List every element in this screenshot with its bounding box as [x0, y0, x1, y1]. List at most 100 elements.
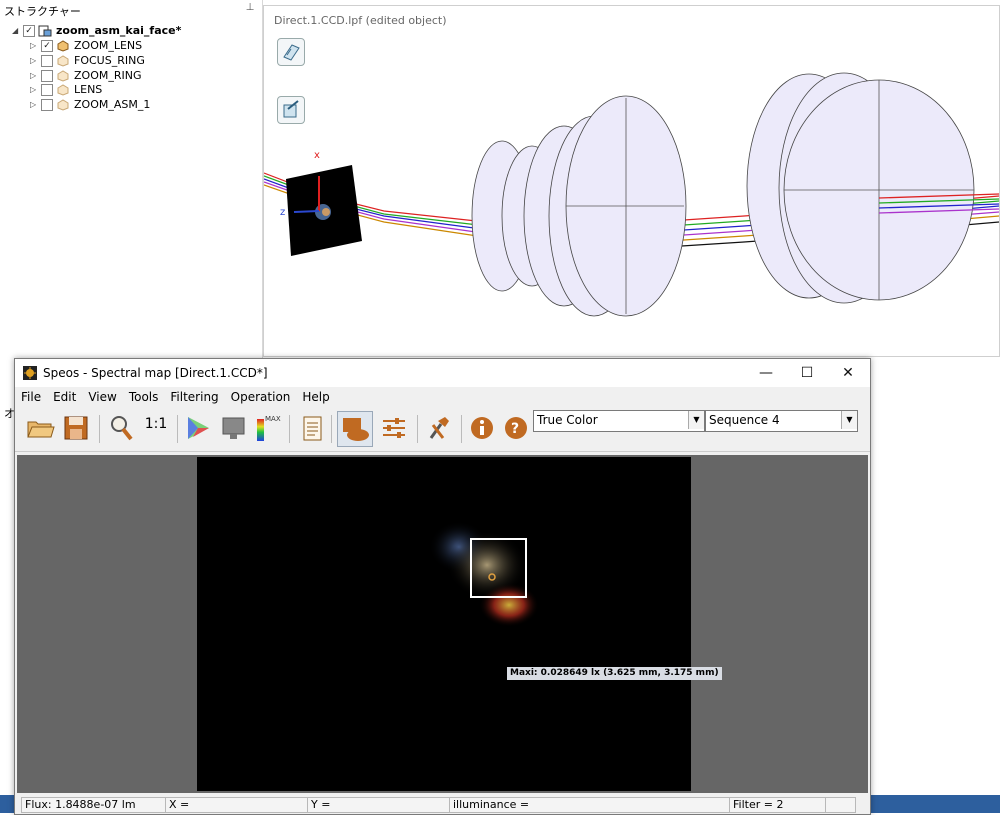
info-icon[interactable] — [467, 413, 497, 443]
structure-title: ストラクチャー — [4, 5, 81, 18]
expand-right-icon[interactable]: ▷ — [30, 85, 38, 95]
toolbar-separator — [331, 415, 332, 443]
tools-icon[interactable] — [423, 413, 453, 443]
axis-x-label: x — [314, 150, 320, 161]
viewport-title: Direct.1.CCD.lpf (edited object) — [274, 14, 447, 27]
tree-item-label: ZOOM_ASM_1 — [74, 98, 151, 111]
color-mode-select[interactable]: True Color ▼ — [533, 410, 705, 432]
tree-item-checkbox[interactable] — [41, 98, 53, 111]
display-mode-button[interactable] — [337, 411, 373, 447]
lens-3d-scene: x z — [264, 72, 999, 317]
menu-help[interactable]: Help — [302, 390, 329, 404]
status-flux: Flux: 1.8488e-07 lm — [21, 797, 168, 813]
svg-text:?: ? — [511, 421, 519, 437]
status-illuminance: illuminance = — [449, 797, 730, 813]
tree-item-checkbox[interactable] — [41, 54, 53, 67]
tree-root-checkbox[interactable]: ✓ — [23, 24, 35, 37]
spectral-map-image[interactable] — [197, 457, 691, 791]
tree-item-zoom-ring[interactable]: ▷ ZOOM_RING — [30, 68, 141, 83]
speos-app-icon — [23, 366, 37, 380]
expand-right-icon[interactable]: ▷ — [30, 56, 38, 66]
open-folder-icon[interactable] — [25, 413, 55, 443]
chevron-down-icon[interactable]: ▼ — [688, 411, 704, 429]
speos-spectral-map-window[interactable]: Speos - Spectral map [Direct.1.CCD*] — ☐… — [14, 358, 871, 815]
maximize-button[interactable]: ☐ — [786, 359, 828, 387]
expand-down-icon[interactable]: ◢ — [12, 26, 20, 36]
close-button[interactable]: ✕ — [827, 359, 869, 387]
tree-root-label: zoom_asm_kai_face* — [56, 24, 182, 37]
toolbar-separator — [99, 415, 100, 443]
menu-view[interactable]: View — [88, 390, 116, 404]
tree-item-lens[interactable]: ▷ LENS — [30, 82, 102, 97]
minimize-button[interactable]: — — [745, 359, 787, 387]
max-label: MAX — [265, 415, 281, 423]
status-x: X = — [165, 797, 308, 813]
light-spot-graphic — [429, 521, 539, 627]
pin-icon[interactable]: ⊥ — [244, 2, 256, 14]
menu-tools[interactable]: Tools — [129, 390, 159, 404]
lens-group-large — [746, 72, 975, 304]
toolbar-separator — [177, 415, 178, 443]
color-gamut-icon[interactable] — [183, 413, 213, 443]
tree-item-label: ZOOM_RING — [74, 69, 142, 82]
tree-item-checkbox[interactable]: ✓ — [41, 39, 53, 52]
maxi-marker-label: Maxi: 0.028649 lx (3.625 mm, 3.175 mm) — [507, 667, 722, 680]
tree-item-checkbox[interactable] — [41, 69, 53, 82]
toolbar-separator — [417, 415, 418, 443]
tree-item-zoom-lens[interactable]: ▷ ✓ ZOOM_LENS — [30, 38, 142, 53]
tree-item-zoom-asm-1[interactable]: ▷ ZOOM_ASM_1 — [30, 97, 150, 112]
underlying-right-panel — [868, 405, 1000, 813]
status-y: Y = — [307, 797, 450, 813]
tree-item-label: FOCUS_RING — [74, 54, 145, 67]
status-bar: Flux: 1.8488e-07 lm X = Y = illuminance … — [15, 795, 870, 814]
menu-file[interactable]: File — [21, 390, 41, 404]
part-icon — [57, 39, 69, 52]
tree-item-checkbox[interactable] — [41, 83, 53, 96]
settings-sliders-icon[interactable] — [379, 413, 409, 443]
part-icon — [57, 54, 69, 67]
monitor-icon[interactable] — [219, 413, 249, 443]
expand-right-icon[interactable]: ▷ — [30, 100, 38, 110]
window-title: Speos - Spectral map [Direct.1.CCD*] — [43, 366, 268, 380]
menu-operation[interactable]: Operation — [231, 390, 291, 404]
report-icon[interactable] — [297, 413, 327, 443]
help-icon[interactable]: ? — [501, 413, 531, 443]
chevron-down-icon[interactable]: ▼ — [841, 411, 857, 429]
menu-bar: File Edit View Tools Filtering Operation… — [15, 387, 870, 407]
save-icon[interactable] — [61, 413, 91, 443]
lens-group-small — [471, 95, 687, 317]
display-mode-icon — [343, 418, 369, 441]
menu-filtering[interactable]: Filtering — [170, 390, 218, 404]
window-titlebar[interactable]: Speos - Spectral map [Direct.1.CCD*] — ☐… — [15, 359, 870, 387]
zoom-1-1-button[interactable]: 1:1 — [141, 413, 171, 443]
sequence-select[interactable]: Sequence 4 ▼ — [705, 410, 858, 432]
color-scale-button[interactable]: MAX — [253, 413, 283, 443]
assembly-icon — [38, 25, 52, 36]
expand-right-icon[interactable]: ▷ — [30, 71, 38, 81]
view-normal-button[interactable] — [277, 38, 305, 66]
status-extra — [825, 797, 856, 813]
color-mode-value: True Color — [537, 413, 598, 427]
toolbar-separator — [461, 415, 462, 443]
zoom-icon[interactable] — [107, 413, 137, 443]
tree-item-label: ZOOM_LENS — [74, 39, 143, 52]
menu-edit[interactable]: Edit — [53, 390, 76, 404]
part-icon — [57, 69, 69, 82]
color-scale-icon: MAX — [257, 415, 281, 441]
status-filter: Filter = 2 — [729, 797, 826, 813]
tree-item-focus-ring[interactable]: ▷ FOCUS_RING — [30, 53, 145, 68]
part-icon — [57, 83, 69, 96]
tree-root[interactable]: ◢ ✓ zoom_asm_kai_face* — [12, 23, 181, 38]
view-normal-icon — [283, 44, 300, 61]
toolbar-separator — [289, 415, 290, 443]
ccd-sensor: x z — [280, 150, 362, 256]
tree-item-label: LENS — [74, 83, 103, 96]
structure-panel: ストラクチャー ⊥ ◢ ✓ zoom_asm_kai_face* ▷ ✓ ZOO… — [0, 0, 263, 360]
3d-viewport[interactable]: Direct.1.CCD.lpf (edited object) x z — [263, 5, 1000, 357]
spectral-map-area[interactable]: Maxi: 0.028649 lx (3.625 mm, 3.175 mm) — [17, 455, 868, 793]
axis-z-label: z — [280, 207, 285, 218]
sequence-value: Sequence 4 — [709, 413, 780, 427]
part-icon — [57, 98, 69, 111]
expand-right-icon[interactable]: ▷ — [30, 41, 38, 51]
structure-header: ストラクチャー ⊥ — [0, 0, 262, 20]
